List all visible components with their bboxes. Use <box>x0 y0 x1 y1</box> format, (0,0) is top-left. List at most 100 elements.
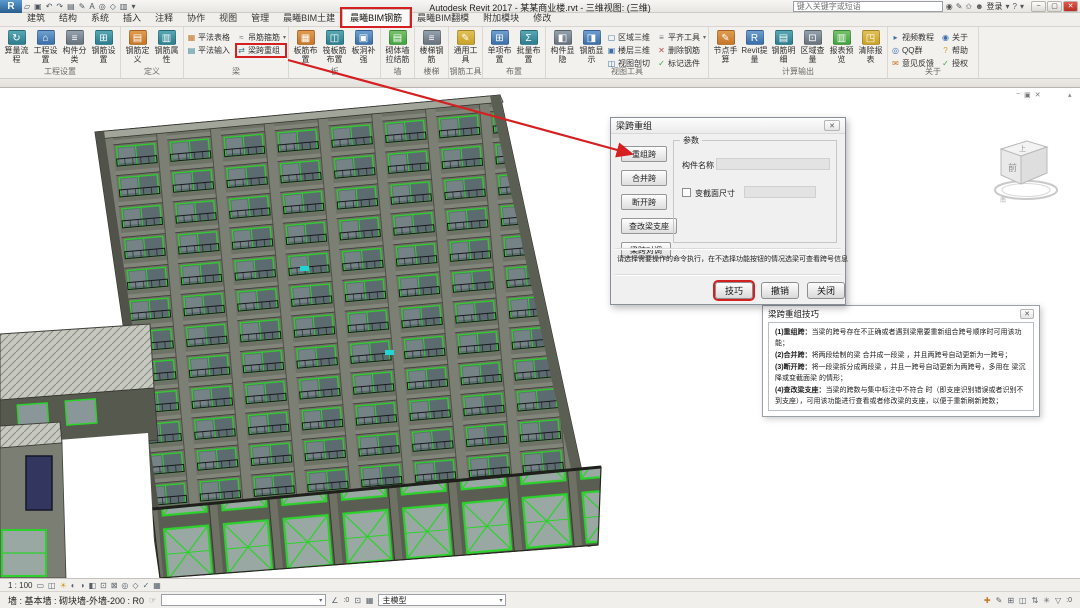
analytical-icon[interactable]: ✓ <box>143 581 150 590</box>
favorites-icon[interactable]: ✩ <box>965 2 972 11</box>
print-icon[interactable]: ▤ <box>67 0 75 13</box>
viewcube[interactable]: 前 上 南 <box>988 124 1078 216</box>
qat-customize-icon[interactable]: ▾ <box>131 0 135 13</box>
search-icon[interactable]: ◉ <box>946 2 953 11</box>
scale-icon[interactable]: ▭ <box>36 581 44 590</box>
snaps-icon[interactable]: ✳ <box>1043 596 1050 605</box>
ribbon-button-delete-rebar[interactable]: ✕删除钢筋 <box>657 45 705 56</box>
edit-linked-icon[interactable]: ✎ <box>996 596 1003 605</box>
constraints-icon[interactable]: ▦ <box>153 581 161 590</box>
worksets-icon[interactable]: ☞ <box>149 596 156 605</box>
ribbon-button-clear-report[interactable]: ◳清除报表 <box>857 29 884 67</box>
tab-chenxi-bim-rebar[interactable]: 晨曦BIM钢筋 <box>342 9 410 26</box>
sun-path-icon[interactable]: ◐ <box>71 581 76 590</box>
editable-only-icon[interactable]: ∠ <box>331 596 338 605</box>
filter-icon[interactable]: ▽ <box>1055 596 1061 605</box>
ribbon-button-rebar-properties[interactable]: ▥钢筋属性 <box>153 29 180 67</box>
exclude-options-icon[interactable]: ✚ <box>984 596 991 605</box>
ribbon-button-video-tutorial[interactable]: ▸视频教程 <box>891 32 939 43</box>
drag-on-selection-icon[interactable]: ⇅ <box>1032 596 1039 605</box>
ribbon-button-stair-rebar[interactable]: ≡楼梯钢筋 <box>418 29 445 67</box>
ribbon-button-slab-rebar[interactable]: ▦板筋布置 <box>292 29 319 67</box>
reveal-hidden-icon[interactable]: ◇ <box>132 581 138 590</box>
user-icon[interactable]: ☻ <box>975 2 983 11</box>
active-only-icon[interactable]: ▦ <box>366 596 374 605</box>
default-3d-view-icon[interactable]: ◇ <box>110 0 116 13</box>
close-dialog-button[interactable]: 关闭 <box>807 282 845 299</box>
worksets-dropdown[interactable]: ▾ <box>161 594 326 606</box>
visual-style-icon[interactable]: ☀ <box>60 581 67 590</box>
dialog-close-button[interactable]: ✕ <box>824 120 840 131</box>
drawing-area[interactable]: − ▣ ✕ ▴ 前 上 南 梁跨重组 ✕ 重组跨 合并跨 断开跨 查改梁支座 <box>0 88 1080 578</box>
ribbon-button-revit-quantity[interactable]: RRevit提量 <box>741 29 768 67</box>
ribbon-button-general-tools[interactable]: ✎通用工具 <box>452 29 479 67</box>
ribbon-button-qq-group[interactable]: ◎QQ群 <box>891 45 939 56</box>
ribbon-button-pingfa-input[interactable]: ▤平法输入 <box>187 45 235 56</box>
ribbon-button-project-settings[interactable]: ⌂工程设置 <box>32 29 59 67</box>
chevron-down-icon[interactable]: ▾ <box>1006 2 1010 11</box>
ribbon-button-region-3d[interactable]: ▢区域三维 <box>607 32 655 43</box>
design-options-icon[interactable]: ⊡ <box>354 596 361 605</box>
merge-span-button[interactable]: 合并跨 <box>621 170 667 186</box>
open-icon[interactable]: ▱ <box>24 0 30 13</box>
help-icon[interactable]: ? <box>1013 2 1017 11</box>
variable-section-input[interactable] <box>744 186 816 198</box>
ribbon-button-help[interactable]: ?帮助 <box>941 45 975 56</box>
ribbon-button-beam-span-regroup[interactable]: ⇄梁跨重组 <box>237 45 285 56</box>
tips-title-bar[interactable]: 梁跨重组技巧 ✕ <box>763 306 1039 321</box>
ribbon-button-rebar-define[interactable]: ▤钢筋定义 <box>124 29 151 67</box>
show-crop-icon[interactable]: ⊡ <box>100 581 107 590</box>
ribbon-button-rebar-display[interactable]: ◨钢筋显示 <box>578 29 605 67</box>
crop-view-icon[interactable]: ◧ <box>88 581 96 590</box>
ribbon-button-raft-rebar[interactable]: ◫筏板筋布置 <box>321 29 348 67</box>
edit-beam-support-button[interactable]: 查改梁支座 <box>621 218 677 234</box>
sync-icon[interactable]: ◎ <box>99 0 106 13</box>
ribbon-button-node-calc[interactable]: ✎节点手算 <box>712 29 739 67</box>
ribbon-button-report-preview[interactable]: ▥报表预览 <box>828 29 855 67</box>
section-icon[interactable]: ▥ <box>120 0 128 13</box>
tips-button[interactable]: 技巧 <box>715 282 753 299</box>
undo-button[interactable]: 撤销 <box>761 282 799 299</box>
ribbon-button-masonry-tie[interactable]: ▤砌体墙拉结筋 <box>384 29 411 67</box>
ribbon-button-align-tools[interactable]: ≡平齐工具▾ <box>657 32 705 43</box>
ribbon-button-single-layout[interactable]: ⊞单项布置 <box>486 29 513 67</box>
detail-level-icon[interactable]: ◫ <box>48 581 56 590</box>
close-button[interactable]: ✕ <box>1063 1 1078 12</box>
ribbon-button-rebar-detail[interactable]: ▤钢筋明细 <box>770 29 797 67</box>
save-icon[interactable]: ▣ <box>34 0 42 13</box>
ribbon-button-rebar-settings[interactable]: ⊞钢筋设置 <box>90 29 117 67</box>
undo-icon[interactable]: ↶ <box>46 0 53 13</box>
ribbon-button-pingfa-table[interactable]: ▦平法表格 <box>187 32 235 43</box>
shadows-icon[interactable]: ◑ <box>80 581 85 590</box>
revit-app-menu-icon[interactable]: R <box>0 0 22 13</box>
minimize-button[interactable]: − <box>1031 1 1046 12</box>
variable-section-checkbox[interactable] <box>682 188 691 197</box>
ribbon-button-hanger-stirrup[interactable]: ≈吊筋箍筋▾ <box>237 32 285 43</box>
restore-button[interactable]: ▢ <box>1047 1 1062 12</box>
measure-icon[interactable]: ✎ <box>79 0 86 13</box>
search-input[interactable] <box>793 1 943 12</box>
dialog-title-bar[interactable]: 梁跨重组 ✕ <box>611 118 845 134</box>
lock-view-icon[interactable]: ⊠ <box>111 581 118 590</box>
ribbon-button-component-visibility[interactable]: ◧构件显隐 <box>549 29 576 67</box>
ribbon-button-batch-layout[interactable]: Σ批量布置 <box>515 29 542 67</box>
exchange-icon[interactable]: ✎ <box>956 2 963 11</box>
break-span-button[interactable]: 断开跨 <box>621 194 667 210</box>
ribbon-button-opening-reinforce[interactable]: ▣板洞补强 <box>350 29 377 67</box>
regroup-span-button[interactable]: 重组跨 <box>621 146 667 162</box>
ribbon-button-quantity-flow[interactable]: ↻算量流程 <box>3 29 30 67</box>
tips-close-button[interactable]: ✕ <box>1020 309 1034 319</box>
redo-icon[interactable]: ↷ <box>56 0 63 13</box>
text-icon[interactable]: A <box>89 0 94 13</box>
ribbon-button-region-quantity[interactable]: ⊡区域查量 <box>799 29 826 67</box>
sign-in-link[interactable]: 登录 <box>987 1 1003 12</box>
design-option-dropdown[interactable]: 主模型▾ <box>378 594 506 606</box>
ribbon-button-component-classify[interactable]: ≡构件分类 <box>61 29 88 67</box>
ribbon-button-about[interactable]: ◉关于 <box>941 32 975 43</box>
ribbon-button-floor-3d[interactable]: ▣楼层三维 <box>607 45 655 56</box>
temporary-hide-icon[interactable]: ◎ <box>121 581 128 590</box>
pin-icon[interactable]: ▴ <box>1068 91 1072 99</box>
component-name-input[interactable] <box>716 158 830 170</box>
view-restore-icon[interactable]: ▣ <box>1024 91 1031 99</box>
view-scale[interactable]: 1 : 100 <box>8 581 32 590</box>
